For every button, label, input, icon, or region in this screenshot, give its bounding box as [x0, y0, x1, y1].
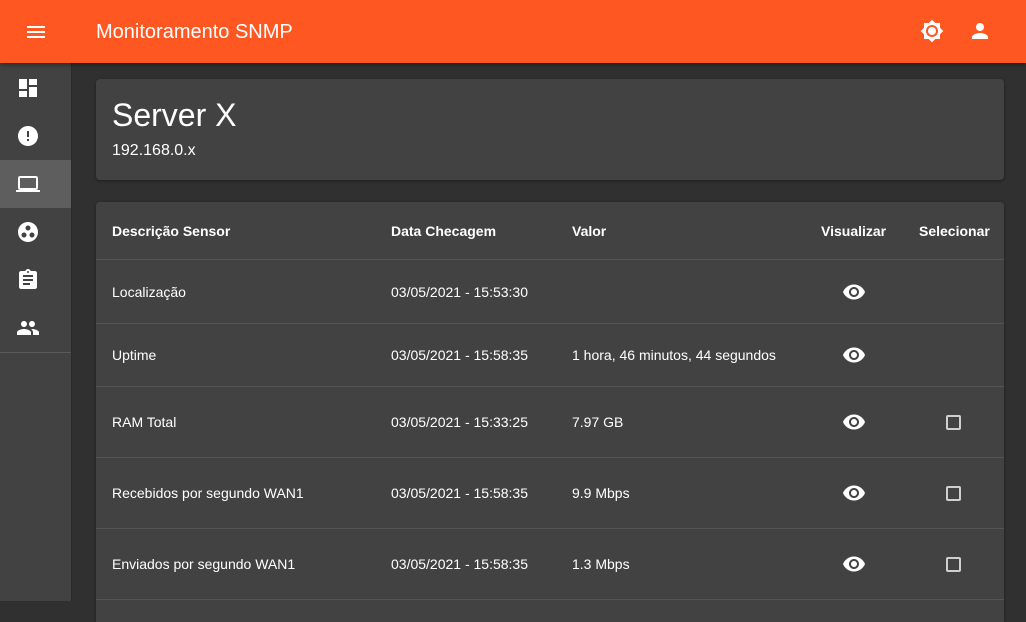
- row-date: 03/05/2021 - 15:58:35: [391, 485, 529, 501]
- account-icon: [972, 23, 988, 39]
- select-checkbox[interactable]: [946, 557, 961, 572]
- sidebar-item-dashboard[interactable]: [0, 64, 71, 112]
- server-ip: 192.168.0.x: [112, 142, 196, 159]
- row-date: 03/05/2021 - 15:33:25: [391, 414, 529, 430]
- visibility-icon[interactable]: [842, 552, 866, 576]
- sidebar-item-users[interactable]: [0, 304, 71, 352]
- group-work-icon: [18, 222, 38, 242]
- header-date[interactable]: Data Checagem: [391, 223, 496, 239]
- table-row: Enviados por segundo WAN1 03/05/2021 - 1…: [96, 529, 1004, 600]
- header-select: Selecionar: [919, 223, 990, 239]
- header-description[interactable]: Descrição Sensor: [112, 223, 230, 239]
- server-name: Server X: [112, 97, 237, 133]
- menu-button[interactable]: [24, 20, 48, 44]
- select-checkbox[interactable]: [946, 415, 961, 430]
- sidebar: [0, 63, 72, 601]
- visibility-icon[interactable]: [842, 280, 866, 304]
- brightness-icon: [920, 19, 944, 43]
- row-value: 1 hora, 46 minutos, 44 segundos: [572, 347, 776, 363]
- app-title: Monitoramento SNMP: [96, 21, 293, 43]
- sidebar-item-groups[interactable]: [0, 208, 71, 256]
- sidebar-item-alerts[interactable]: [0, 112, 71, 160]
- clipboard-icon: [19, 269, 37, 289]
- visibility-icon[interactable]: [842, 410, 866, 434]
- top-app-bar: Monitoramento SNMP: [0, 0, 1026, 63]
- visibility-icon[interactable]: [842, 481, 866, 505]
- table-row: Recebidos por segundo WAN1 03/05/2021 - …: [96, 458, 1004, 529]
- sidebar-item-devices[interactable]: [0, 160, 71, 208]
- sensors-table: Descrição Sensor Data Checagem Valor Vis…: [96, 202, 1004, 622]
- laptop-icon: [16, 176, 40, 192]
- table-row: RAM Total 03/05/2021 - 15:33:25 7.97 GB: [96, 387, 1004, 458]
- header-view: Visualizar: [821, 223, 887, 239]
- menu-icon: [27, 26, 45, 38]
- account-button[interactable]: [968, 19, 992, 43]
- people-icon: [17, 321, 39, 335]
- server-card: Server X 192.168.0.x: [96, 79, 1004, 180]
- visibility-icon[interactable]: [842, 343, 866, 367]
- row-value: 1.3 Mbps: [572, 556, 630, 572]
- row-date: 03/05/2021 - 15:58:35: [391, 556, 529, 572]
- row-description: Enviados por segundo WAN1: [112, 556, 296, 572]
- table-header: Descrição Sensor Data Checagem Valor Vis…: [96, 202, 1004, 260]
- theme-toggle-button[interactable]: [920, 19, 944, 43]
- row-description: RAM Total: [112, 414, 177, 430]
- sidebar-divider: [0, 352, 71, 353]
- row-date: 03/05/2021 - 15:58:35: [391, 347, 529, 363]
- dashboard-icon: [19, 79, 37, 97]
- table-row: Localização 03/05/2021 - 15:53:30: [96, 261, 1004, 324]
- row-value: 7.97 GB: [572, 414, 624, 430]
- row-description: Localização: [112, 284, 186, 300]
- select-checkbox[interactable]: [946, 486, 961, 501]
- row-value: 9.9 Mbps: [572, 485, 630, 501]
- table-row: Uptime 03/05/2021 - 15:58:35 1 hora, 46 …: [96, 324, 1004, 387]
- header-value[interactable]: Valor: [572, 223, 606, 239]
- row-description: Uptime: [112, 347, 157, 363]
- row-description: Recebidos por segundo WAN1: [112, 485, 304, 501]
- row-date: 03/05/2021 - 15:53:30: [391, 284, 529, 300]
- alert-icon: [18, 126, 38, 146]
- sidebar-item-reports[interactable]: [0, 256, 71, 304]
